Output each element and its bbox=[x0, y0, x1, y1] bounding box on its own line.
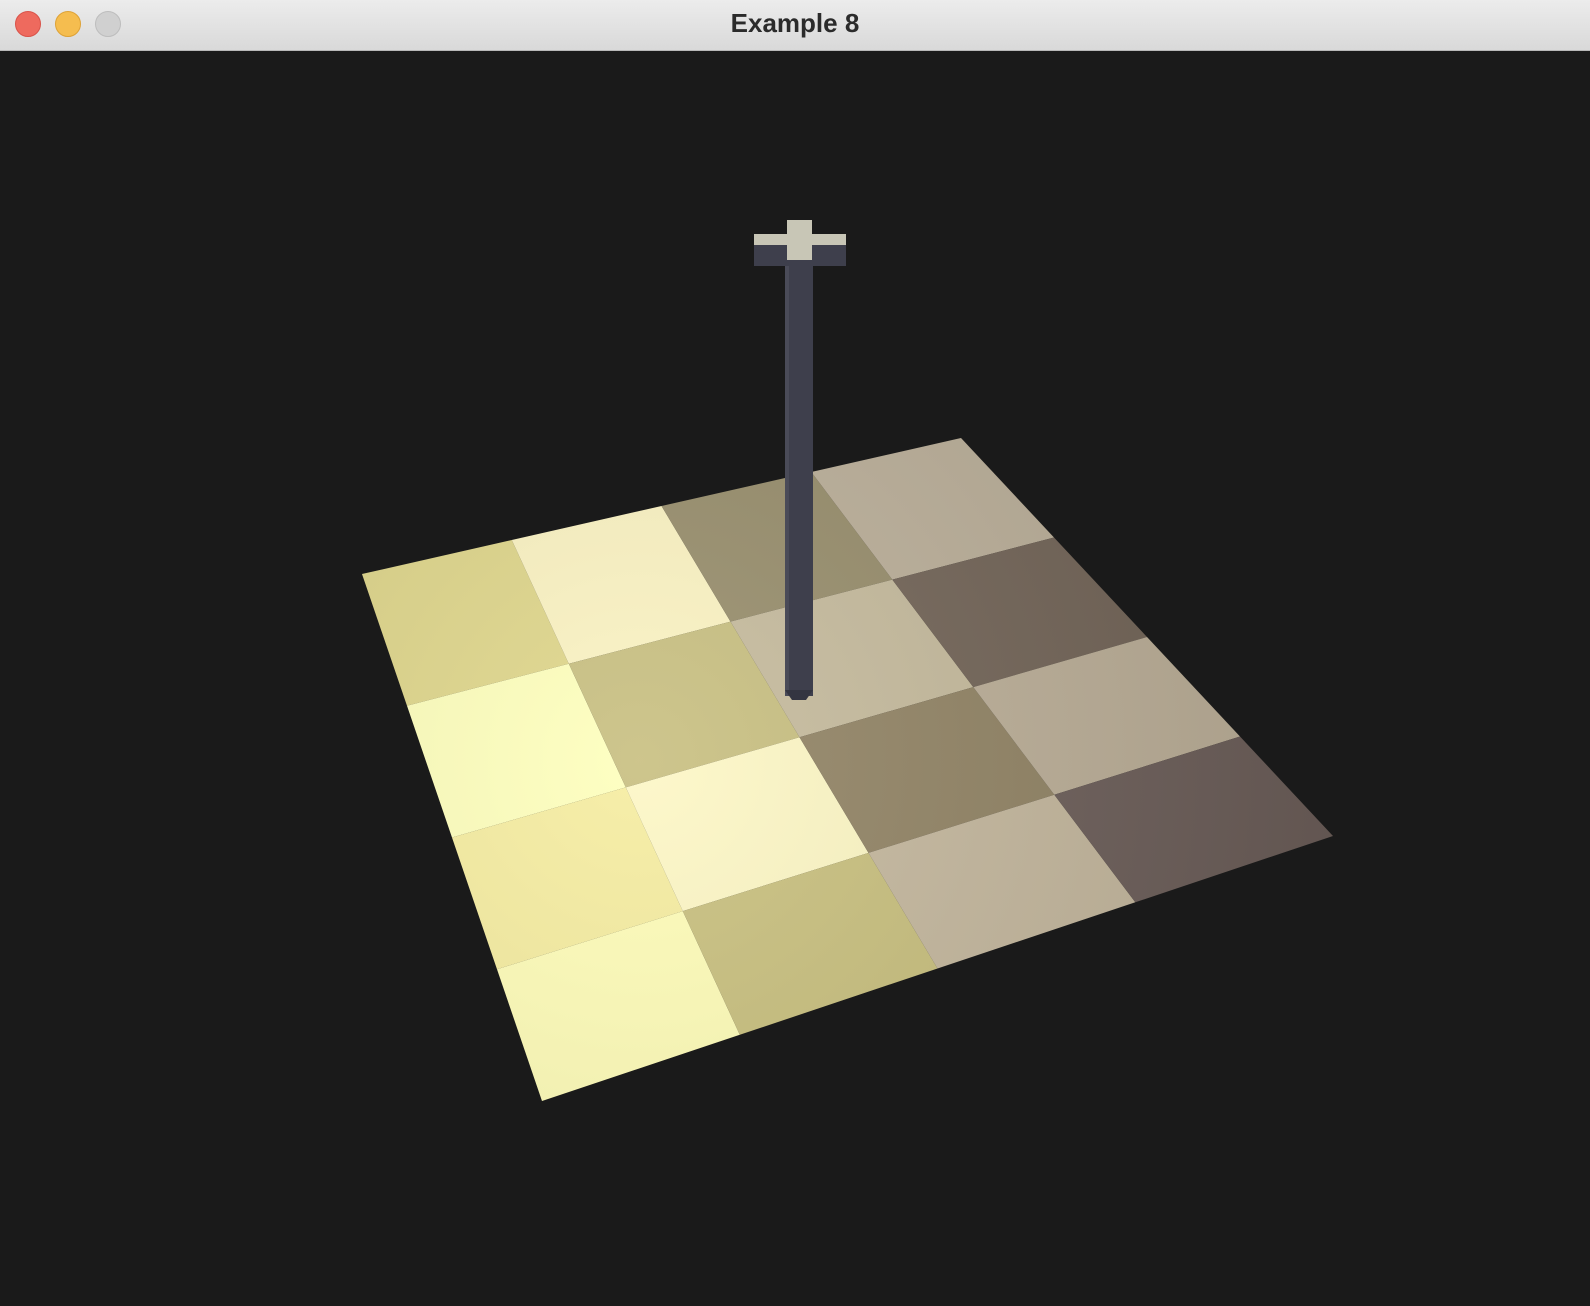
scene-canvas bbox=[362, 220, 1333, 1101]
app-window: Example 8 bbox=[0, 0, 1590, 1306]
checkerboard-floor bbox=[362, 438, 1333, 1101]
floor-lighting-overlay bbox=[362, 438, 1333, 1101]
pole-shaft-highlight bbox=[785, 256, 789, 696]
render-viewport[interactable] bbox=[0, 51, 1590, 1306]
pole-shaft bbox=[785, 256, 813, 696]
pole-cap bbox=[787, 220, 812, 260]
